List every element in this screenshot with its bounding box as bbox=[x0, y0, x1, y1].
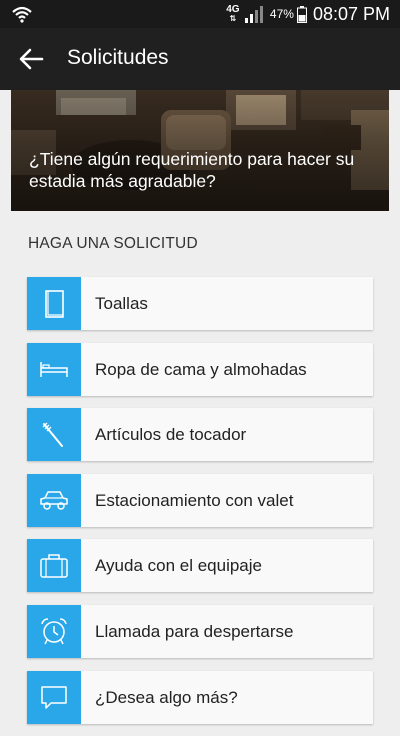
alarm-clock-icon bbox=[41, 618, 67, 645]
network-type-indicator: 4G ⇅ bbox=[226, 5, 240, 24]
arrow-left-icon[interactable] bbox=[18, 47, 44, 71]
signal-strength-icon bbox=[244, 6, 263, 23]
data-arrows-icon: ⇅ bbox=[229, 14, 237, 23]
request-icon-box bbox=[27, 473, 81, 527]
request-icon-box bbox=[27, 604, 81, 658]
request-item-luggage[interactable]: Ayuda con el equipaje bbox=[27, 539, 373, 593]
request-item-bedding[interactable]: Ropa de cama y almohadas bbox=[27, 342, 373, 396]
request-item-towels[interactable]: Toallas bbox=[27, 277, 373, 330]
bed-icon bbox=[40, 362, 68, 378]
request-icon-box bbox=[27, 539, 81, 593]
request-icon-box bbox=[27, 408, 81, 462]
request-item-other[interactable]: ¿Desea algo más? bbox=[27, 670, 373, 724]
status-bar: 4G ⇅ 47% 08:07 PM bbox=[0, 0, 400, 28]
request-icon-box bbox=[27, 670, 81, 724]
toothbrush-icon bbox=[42, 422, 63, 447]
request-list: Toallas Ropa de cama y almohadas Artícul… bbox=[27, 277, 373, 736]
request-label: Estacionamiento con valet bbox=[95, 490, 294, 510]
request-label: Toallas bbox=[95, 294, 148, 313]
request-label: Llamada para despertarse bbox=[95, 621, 294, 641]
request-item-valet[interactable]: Estacionamiento con valet bbox=[27, 473, 373, 527]
page-title: Solicitudes bbox=[67, 46, 169, 69]
battery-icon bbox=[296, 5, 307, 23]
car-icon bbox=[40, 491, 68, 511]
section-header: HAGA UNA SOLICITUD bbox=[28, 235, 198, 252]
request-label: Artículos de tocador bbox=[95, 425, 247, 445]
towel-icon bbox=[45, 289, 64, 318]
request-item-wakeup[interactable]: Llamada para despertarse bbox=[27, 604, 373, 658]
clock: 08:07 PM bbox=[312, 3, 390, 24]
battery-percent: 47% bbox=[269, 7, 294, 21]
wifi-icon bbox=[12, 6, 32, 23]
request-item-toiletries[interactable]: Artículos de tocador bbox=[27, 408, 373, 462]
hero-banner: ¿Tiene algún requerimiento para hacer su… bbox=[11, 90, 389, 211]
request-icon-box bbox=[27, 277, 81, 330]
chat-bubble-icon bbox=[41, 686, 67, 709]
luggage-icon bbox=[40, 554, 68, 578]
app-bar: Solicitudes bbox=[0, 28, 400, 90]
hero-text: ¿Tiene algún requerimiento para hacer su… bbox=[29, 149, 355, 191]
request-label: Ropa de cama y almohadas bbox=[95, 359, 307, 379]
request-label: ¿Desea algo más? bbox=[95, 687, 238, 707]
request-label: Ayuda con el equipaje bbox=[95, 556, 262, 576]
request-icon-box bbox=[27, 342, 81, 396]
